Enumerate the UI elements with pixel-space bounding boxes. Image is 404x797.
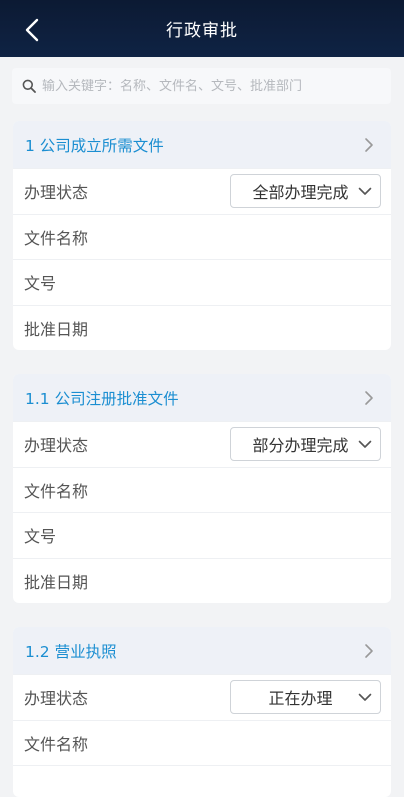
card-header[interactable]: 1.2 营业执照 bbox=[13, 627, 391, 674]
card-title: 1.2 营业执照 bbox=[25, 642, 117, 661]
chevron-right-icon bbox=[359, 388, 379, 408]
chevron-down-icon bbox=[358, 440, 372, 448]
navbar: 行政审批 bbox=[0, 0, 404, 57]
chevron-down-icon bbox=[358, 187, 372, 195]
field-label: 文号 bbox=[24, 527, 57, 547]
status-row: 办理状态 部分办理完成 bbox=[13, 421, 391, 467]
field-label: 批准日期 bbox=[24, 572, 89, 592]
status-label: 办理状态 bbox=[24, 436, 89, 456]
status-value: 部分办理完成 bbox=[252, 436, 349, 456]
search-bar bbox=[12, 68, 391, 104]
search-icon bbox=[22, 79, 36, 93]
field-row: 文件名称 bbox=[13, 719, 391, 766]
field-label: 批准日期 bbox=[24, 319, 89, 339]
approval-card: 1.2 营业执照 办理状态 正在办理 文件名称 bbox=[13, 627, 391, 797]
field-label: 文件名称 bbox=[24, 734, 89, 754]
search-input[interactable] bbox=[42, 78, 372, 94]
status-select[interactable]: 全部办理完成 bbox=[230, 174, 381, 209]
status-select[interactable]: 正在办理 bbox=[230, 680, 381, 715]
field-label: 文件名称 bbox=[24, 228, 89, 248]
card-title: 1.1 公司注册批准文件 bbox=[25, 389, 179, 408]
chevron-right-icon bbox=[359, 641, 379, 661]
status-row: 办理状态 全部办理完成 bbox=[13, 168, 391, 214]
field-row: 批准日期 bbox=[13, 557, 391, 604]
field-label: 文件名称 bbox=[24, 481, 89, 501]
field-row: 文号 bbox=[13, 512, 391, 558]
field-row bbox=[13, 765, 391, 797]
back-button[interactable] bbox=[14, 12, 50, 48]
status-select[interactable]: 部分办理完成 bbox=[230, 427, 381, 462]
approval-card: 1.1 公司注册批准文件 办理状态 部分办理完成 文件名称 文号 批准日期 bbox=[13, 374, 391, 603]
back-arrow-icon bbox=[25, 18, 39, 42]
field-row: 文件名称 bbox=[13, 213, 391, 260]
status-row: 办理状态 正在办理 bbox=[13, 674, 391, 720]
card-title: 1 公司成立所需文件 bbox=[25, 136, 164, 155]
status-label: 办理状态 bbox=[24, 689, 89, 709]
chevron-down-icon bbox=[358, 693, 372, 701]
page-title: 行政审批 bbox=[166, 21, 238, 41]
card-header[interactable]: 1 公司成立所需文件 bbox=[13, 121, 391, 168]
status-value: 全部办理完成 bbox=[252, 183, 349, 203]
card-header[interactable]: 1.1 公司注册批准文件 bbox=[13, 374, 391, 421]
approval-card: 1 公司成立所需文件 办理状态 全部办理完成 文件名称 文号 批准日期 bbox=[13, 121, 391, 350]
status-value: 正在办理 bbox=[268, 689, 333, 709]
chevron-right-icon bbox=[359, 135, 379, 155]
field-row: 文号 bbox=[13, 259, 391, 305]
field-row: 文件名称 bbox=[13, 466, 391, 513]
field-label: 文号 bbox=[24, 274, 57, 294]
field-row: 批准日期 bbox=[13, 304, 391, 351]
status-label: 办理状态 bbox=[24, 183, 89, 203]
